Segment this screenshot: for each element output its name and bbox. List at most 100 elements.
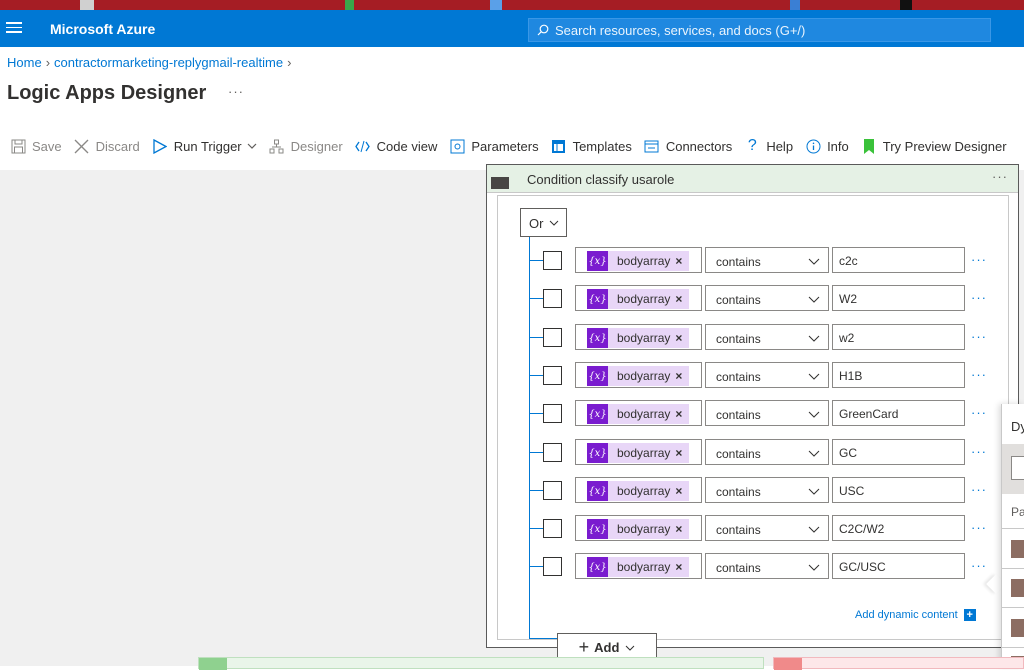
add-dynamic-content-link[interactable]: Add dynamic content + bbox=[855, 609, 976, 621]
dynamic-item-icon[interactable] bbox=[1011, 619, 1024, 637]
code-view-button[interactable]: Code view bbox=[355, 138, 437, 154]
dynamic-token[interactable]: {x} bodyarray × bbox=[587, 328, 689, 348]
remove-token-icon[interactable]: × bbox=[675, 522, 682, 536]
dynamic-token[interactable]: {x} bodyarray × bbox=[587, 251, 689, 271]
dynamic-item-icon[interactable] bbox=[1011, 540, 1024, 558]
true-branch-card[interactable] bbox=[198, 657, 764, 670]
menu-icon[interactable] bbox=[6, 19, 22, 35]
azure-brand-link[interactable]: Microsoft Azure bbox=[50, 21, 155, 37]
remove-token-icon[interactable]: × bbox=[675, 484, 682, 498]
row-checkbox[interactable] bbox=[543, 519, 562, 538]
operator-dropdown[interactable]: contains bbox=[705, 477, 829, 503]
dynamic-token[interactable]: {x} bodyarray × bbox=[587, 481, 689, 501]
remove-token-icon[interactable]: × bbox=[675, 331, 682, 345]
dynamic-token[interactable]: {x} bodyarray × bbox=[587, 519, 689, 539]
row-checkbox[interactable] bbox=[543, 404, 562, 423]
templates-button[interactable]: Templates bbox=[551, 138, 632, 154]
parameters-button[interactable]: Parameters bbox=[449, 138, 539, 154]
row-more-options-icon[interactable]: ··· bbox=[971, 482, 987, 497]
breadcrumb-home[interactable]: Home bbox=[7, 55, 42, 70]
help-button[interactable]: ? Help bbox=[744, 137, 793, 154]
left-operand-field[interactable]: {x} bodyarray × bbox=[575, 362, 702, 388]
browser-tab-strip bbox=[0, 0, 1024, 10]
group-operator-dropdown[interactable]: Or bbox=[520, 208, 567, 237]
false-branch-card[interactable] bbox=[773, 657, 1024, 670]
operator-dropdown[interactable]: contains bbox=[705, 515, 829, 541]
designer-button[interactable]: Designer bbox=[269, 138, 343, 154]
right-operand-field[interactable]: GC bbox=[832, 439, 965, 465]
token-label: bodyarray bbox=[617, 446, 671, 460]
remove-token-icon[interactable]: × bbox=[675, 292, 682, 306]
breadcrumb-resource[interactable]: contractormarketing-replygmail-realtime bbox=[54, 55, 283, 70]
right-operand-field[interactable]: GreenCard bbox=[832, 400, 965, 426]
left-operand-field[interactable]: {x} bodyarray × bbox=[575, 553, 702, 579]
row-checkbox[interactable] bbox=[543, 251, 562, 270]
left-operand-field[interactable]: {x} bodyarray × bbox=[575, 439, 702, 465]
row-more-options-icon[interactable]: ··· bbox=[971, 329, 987, 344]
remove-token-icon[interactable]: × bbox=[675, 254, 682, 268]
row-more-options-icon[interactable]: ··· bbox=[971, 252, 987, 267]
operator-dropdown[interactable]: contains bbox=[705, 247, 829, 273]
row-more-options-icon[interactable]: ··· bbox=[971, 444, 987, 459]
right-operand-field[interactable]: USC bbox=[832, 477, 965, 503]
more-options-icon[interactable]: ··· bbox=[228, 84, 244, 99]
remove-token-icon[interactable]: × bbox=[675, 369, 682, 383]
condition-more-options-icon[interactable]: ··· bbox=[992, 169, 1008, 184]
dynamic-token[interactable]: {x} bodyarray × bbox=[587, 404, 689, 424]
add-label: Add bbox=[594, 640, 620, 655]
info-button[interactable]: Info bbox=[805, 138, 849, 154]
left-operand-field[interactable]: {x} bodyarray × bbox=[575, 515, 702, 541]
remove-token-icon[interactable]: × bbox=[675, 407, 682, 421]
operator-dropdown[interactable]: contains bbox=[705, 400, 829, 426]
dynamic-token[interactable]: {x} bodyarray × bbox=[587, 366, 689, 386]
row-checkbox[interactable] bbox=[543, 557, 562, 576]
row-checkbox[interactable] bbox=[543, 443, 562, 462]
row-more-options-icon[interactable]: ··· bbox=[971, 558, 987, 573]
right-operand-field[interactable]: H1B bbox=[832, 362, 965, 388]
token-label: bodyarray bbox=[617, 407, 671, 421]
try-preview-designer-button[interactable]: Try Preview Designer bbox=[861, 138, 1007, 154]
right-operand-field[interactable]: GC/USC bbox=[832, 553, 965, 579]
run-trigger-button[interactable]: Run Trigger bbox=[152, 138, 257, 154]
operator-dropdown[interactable]: contains bbox=[705, 324, 829, 350]
right-operand-field[interactable]: c2c bbox=[832, 247, 965, 273]
left-operand-field[interactable]: {x} bodyarray × bbox=[575, 477, 702, 503]
condition-row: {x} bodyarray × contains c2c ··· bbox=[529, 247, 999, 274]
right-operand-field[interactable]: w2 bbox=[832, 324, 965, 350]
chevron-down-icon bbox=[808, 296, 820, 303]
remove-token-icon[interactable]: × bbox=[675, 560, 682, 574]
remove-token-icon[interactable]: × bbox=[675, 446, 682, 460]
row-more-options-icon[interactable]: ··· bbox=[971, 405, 987, 420]
dynamic-token[interactable]: {x} bodyarray × bbox=[587, 557, 689, 577]
operator-dropdown[interactable]: contains bbox=[705, 439, 829, 465]
dynamic-search-input[interactable] bbox=[1011, 456, 1024, 480]
right-operand-field[interactable]: W2 bbox=[832, 285, 965, 311]
save-button[interactable]: Save bbox=[10, 138, 62, 154]
row-checkbox[interactable] bbox=[543, 366, 562, 385]
plus-icon: + bbox=[963, 609, 976, 621]
row-more-options-icon[interactable]: ··· bbox=[971, 290, 987, 305]
operator-dropdown[interactable]: contains bbox=[705, 553, 829, 579]
discard-button[interactable]: Discard bbox=[74, 138, 140, 154]
row-checkbox[interactable] bbox=[543, 289, 562, 308]
connectors-button[interactable]: Connectors bbox=[644, 138, 732, 154]
right-operand-field[interactable]: C2C/W2 bbox=[832, 515, 965, 541]
operator-value: contains bbox=[716, 255, 761, 269]
right-operand-value: W2 bbox=[839, 292, 857, 306]
row-more-options-icon[interactable]: ··· bbox=[971, 367, 987, 382]
global-search-input[interactable]: Search resources, services, and docs (G+… bbox=[528, 18, 991, 42]
dynamic-token[interactable]: {x} bodyarray × bbox=[587, 443, 689, 463]
left-operand-field[interactable]: {x} bodyarray × bbox=[575, 247, 702, 273]
operator-dropdown[interactable]: contains bbox=[705, 285, 829, 311]
row-checkbox[interactable] bbox=[543, 328, 562, 347]
parameters-label: Parameters bbox=[471, 138, 539, 154]
dynamic-token[interactable]: {x} bodyarray × bbox=[587, 289, 689, 309]
left-operand-field[interactable]: {x} bodyarray × bbox=[575, 324, 702, 350]
row-more-options-icon[interactable]: ··· bbox=[971, 520, 987, 535]
dynamic-item-icon[interactable] bbox=[1011, 579, 1024, 597]
left-operand-field[interactable]: {x} bodyarray × bbox=[575, 285, 702, 311]
operator-dropdown[interactable]: contains bbox=[705, 362, 829, 388]
condition-card-header[interactable]: Condition classify usarole ··· bbox=[487, 165, 1018, 193]
row-checkbox[interactable] bbox=[543, 481, 562, 500]
left-operand-field[interactable]: {x} bodyarray × bbox=[575, 400, 702, 426]
